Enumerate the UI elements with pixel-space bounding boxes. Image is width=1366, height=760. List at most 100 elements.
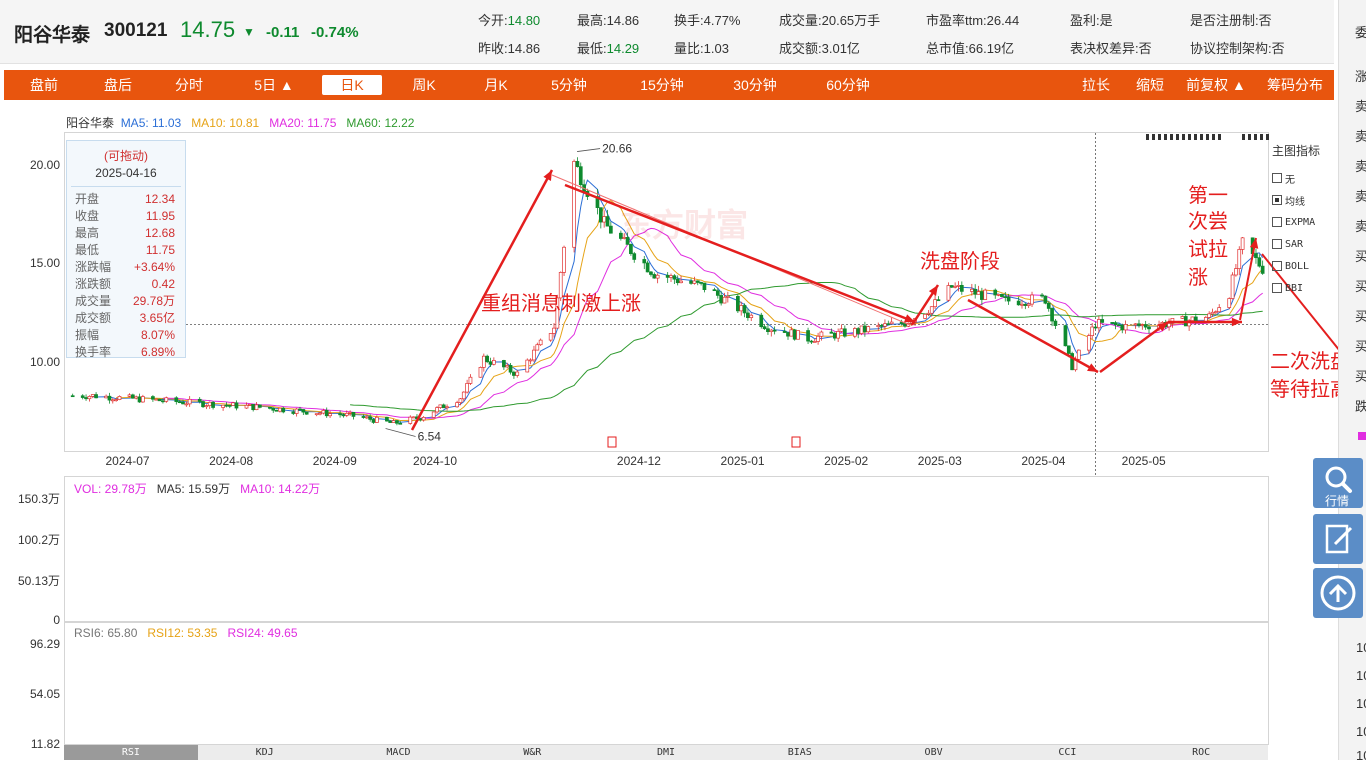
price-change-percent: -0.74%	[311, 24, 359, 41]
volume-y-tick: 50.13万	[17, 573, 60, 588]
quote-stat-value: 14.80	[507, 13, 541, 28]
legend-vol-ma5: MA5: 15.59万	[156, 482, 231, 496]
toolbar-tab[interactable]: 30分钟	[719, 70, 791, 100]
indicator-tab[interactable]: W&R	[465, 745, 599, 760]
quote-stat: 换手:4.77%	[674, 10, 741, 29]
info-box-label: 开盘	[75, 192, 100, 206]
indicator-tab[interactable]: RSI	[64, 745, 198, 760]
quote-stat: 成交量:20.65万手	[779, 10, 880, 29]
toolbar-action[interactable]: 缩短	[1128, 70, 1172, 100]
kline-legend: 阳谷华泰 MA5: 11.03 MA10: 10.81 MA20: 11.75 …	[66, 114, 414, 131]
toolbar-action[interactable]: 前复权 ▲	[1180, 70, 1252, 100]
indicator-option[interactable]: BBI	[1272, 277, 1334, 299]
kline-y-tick: 20.00	[29, 157, 60, 172]
legend-ma10: MA10: 10.81	[191, 116, 260, 130]
volume-y-tick: 150.3万	[17, 492, 60, 506]
info-box-label: 成交额	[75, 311, 112, 325]
current-price: 14.75	[180, 17, 236, 42]
rsi-y-tick: 54.05	[29, 687, 60, 701]
volume-y-tick: 100.2万	[17, 533, 60, 547]
checkbox[interactable]	[1272, 239, 1282, 249]
checkbox[interactable]	[1272, 195, 1282, 205]
quote-stat: 市盈率ttm:26.44	[926, 10, 1019, 29]
quote-stat-label: 成交量:	[779, 13, 822, 28]
quote-stat-value: 1.03	[703, 41, 729, 56]
toolbar-tab[interactable]: 日K	[322, 75, 382, 95]
toolbar-tab[interactable]: 5日 ▲	[244, 70, 304, 100]
indicator-tab[interactable]: BIAS	[733, 745, 867, 760]
stock-code: 300121	[104, 20, 168, 41]
toolbar-action[interactable]: 拉长	[1074, 70, 1118, 100]
quote-stat: 盈利:是	[1070, 10, 1113, 29]
quote-stat-value: 66.19亿	[968, 41, 1015, 56]
info-box-value: 11.95	[145, 209, 175, 223]
info-box-row: 最高 12.68	[67, 225, 185, 242]
checkbox[interactable]	[1272, 283, 1282, 293]
indicator-option[interactable]: BOLL	[1272, 255, 1334, 277]
info-box-date: 2025-04-16	[71, 164, 181, 187]
rsi-y-tick: 96.29	[29, 637, 60, 651]
quote-stat: 是否注册制:否	[1190, 10, 1272, 29]
toolbar-tab[interactable]: 5分钟	[537, 70, 601, 100]
order-book-label: 跌	[1355, 396, 1366, 415]
quote-stat-label: 协议控制架构:	[1190, 41, 1272, 56]
quote-stat-label: 是否注册制:	[1190, 13, 1259, 28]
order-book-label: 委	[1355, 22, 1366, 41]
price-change: -0.11	[266, 24, 300, 41]
order-book-label: 买	[1355, 336, 1366, 355]
order-book-label: 买	[1355, 306, 1366, 325]
quote-stat: 昨收:14.86	[478, 38, 540, 57]
indicator-option-label: BBI	[1285, 282, 1304, 294]
info-box-drag-hint: (可拖动)	[104, 149, 148, 163]
toolbar-tab[interactable]: 月K	[466, 70, 526, 100]
indicator-option[interactable]: EXPMA	[1272, 211, 1334, 233]
checkbox[interactable]	[1272, 173, 1282, 183]
indicator-tab[interactable]: CCI	[1000, 745, 1134, 760]
volume-plot-frame	[64, 476, 1269, 622]
quote-stat-value: 14.29	[606, 41, 640, 56]
note-side-button[interactable]	[1313, 514, 1363, 564]
legend-ma5: MA5: 11.03	[120, 116, 182, 130]
kline-x-tick: 2025-04	[1021, 454, 1066, 468]
toolbar-tab[interactable]: 周K	[394, 70, 454, 100]
indicator-tab[interactable]: KDJ	[198, 745, 332, 760]
rsi-legend: RSI6: 65.80 RSI12: 53.35 RSI24: 49.65	[74, 626, 298, 640]
volume-y-tick: 0	[53, 613, 60, 627]
indicator-tab[interactable]: MACD	[332, 745, 466, 760]
checkbox[interactable]	[1272, 217, 1282, 227]
indicator-tab[interactable]: DMI	[599, 745, 733, 760]
legend-stock-name: 阳谷华泰	[66, 116, 115, 130]
toolbar-tab[interactable]: 15分钟	[626, 70, 698, 100]
order-book-value: 10	[1356, 640, 1366, 655]
info-box-row: 换手率 6.89%	[67, 344, 185, 361]
back-to-top-button[interactable]	[1313, 568, 1363, 618]
info-box-label: 涨跌幅	[75, 260, 112, 274]
arrow-up-icon	[1320, 575, 1356, 611]
toolbar-tab[interactable]: 盘后	[92, 70, 144, 100]
order-book-label: 买	[1355, 366, 1366, 385]
quote-stat-label: 表决权差异:	[1070, 41, 1139, 56]
order-book-value: 10	[1356, 696, 1366, 711]
quote-stat: 成交额:3.01亿	[779, 38, 860, 57]
toolbar-tab[interactable]: 盘前	[26, 70, 62, 100]
legend-vol: VOL: 29.78万	[74, 482, 147, 496]
info-box-value: 12.34	[144, 192, 175, 206]
legend-rsi6: RSI6: 65.80	[74, 626, 138, 640]
indicator-option[interactable]: 无	[1272, 167, 1334, 189]
info-box-label: 振幅	[75, 328, 100, 342]
quote-stat-value: 4.77%	[703, 13, 741, 28]
checkbox[interactable]	[1272, 261, 1282, 271]
toolbar-action[interactable]: 筹码分布	[1260, 70, 1330, 100]
indicator-tab[interactable]: ROC	[1134, 745, 1268, 760]
info-box-row: 振幅 8.07%	[67, 327, 185, 344]
quote-stat-value: 26.44	[986, 13, 1020, 28]
info-box-value: 8.07%	[140, 328, 175, 342]
toolbar-tab[interactable]: 分时	[167, 70, 211, 100]
indicator-option[interactable]: 均线	[1272, 189, 1334, 211]
toolbar-tab[interactable]: 60分钟	[812, 70, 884, 100]
order-book-label: 卖	[1355, 96, 1366, 115]
quote-side-button[interactable]: 行情	[1313, 458, 1363, 508]
indicator-option[interactable]: SAR	[1272, 233, 1334, 255]
candle-info-box[interactable]: (可拖动) 2025-04-16 开盘 12.34 收盘 11.95 最高 12.68 最低…	[66, 140, 186, 361]
indicator-tab[interactable]: OBV	[867, 745, 1001, 760]
